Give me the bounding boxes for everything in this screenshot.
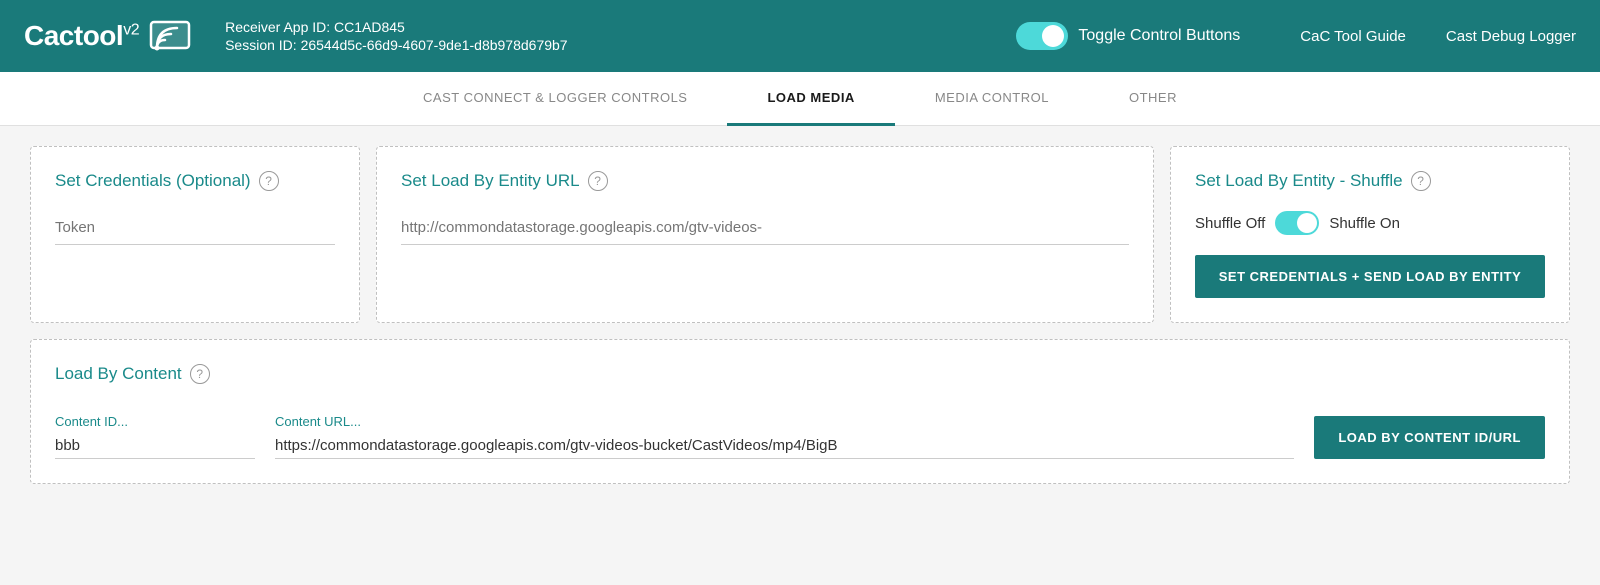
content-url-input[interactable]: [275, 433, 1294, 459]
content-url-group: Content URL...: [275, 414, 1294, 459]
tab-media-control[interactable]: MEDIA CONTROL: [895, 72, 1089, 126]
toggle-section: Toggle Control Buttons: [1016, 22, 1240, 50]
shuffle-off-label: Shuffle Off: [1195, 215, 1265, 232]
shuffle-on-label: Shuffle On: [1329, 215, 1400, 232]
content-id-input[interactable]: [55, 433, 255, 459]
tab-cast-connect[interactable]: CAST CONNECT & LOGGER CONTROLS: [383, 72, 727, 126]
shuffle-toggle-row: Shuffle Off Shuffle On: [1195, 211, 1545, 235]
cast-icon: [149, 18, 193, 54]
entity-url-card: Set Load By Entity URL ?: [376, 146, 1154, 323]
receiver-app-id: Receiver App ID: CC1AD845: [225, 19, 1016, 35]
content-id-group: Content ID...: [55, 414, 255, 459]
credentials-card: Set Credentials (Optional) ?: [30, 146, 360, 323]
shuffle-toggle[interactable]: [1275, 211, 1319, 235]
main-navigation: CAST CONNECT & LOGGER CONTROLS LOAD MEDI…: [0, 72, 1600, 126]
content-url-label: Content URL...: [275, 414, 1294, 429]
set-credentials-send-load-button[interactable]: SET CREDENTIALS + SEND LOAD BY ENTITY: [1195, 255, 1545, 298]
top-cards-row: Set Credentials (Optional) ? Set Load By…: [30, 146, 1570, 323]
header-links: CaC Tool Guide Cast Debug Logger: [1300, 28, 1576, 45]
token-input[interactable]: [55, 211, 335, 245]
main-content: Set Credentials (Optional) ? Set Load By…: [0, 126, 1600, 504]
control-buttons-toggle[interactable]: [1016, 22, 1068, 50]
app-header: Cactoolv2 Receiver App ID: CC1AD845 Sess…: [0, 0, 1600, 72]
header-info: Receiver App ID: CC1AD845 Session ID: 26…: [225, 19, 1016, 53]
shuffle-card-title: Set Load By Entity - Shuffle ?: [1195, 171, 1545, 191]
toggle-label: Toggle Control Buttons: [1078, 27, 1240, 45]
cac-tool-guide-link[interactable]: CaC Tool Guide: [1300, 28, 1406, 45]
load-content-inputs-row: Content ID... Content URL... LOAD BY CON…: [55, 414, 1545, 459]
tab-load-media[interactable]: LOAD MEDIA: [727, 72, 894, 126]
logo-text: Cactoolv2: [24, 20, 139, 52]
entity-url-help-icon[interactable]: ?: [588, 171, 608, 191]
load-content-title: Load By Content ?: [55, 364, 1545, 384]
entity-url-input[interactable]: [401, 211, 1129, 245]
credentials-help-icon[interactable]: ?: [259, 171, 279, 191]
load-by-content-button[interactable]: LOAD BY CONTENT ID/URL: [1314, 416, 1545, 459]
cast-debug-logger-link[interactable]: Cast Debug Logger: [1446, 28, 1576, 45]
logo: Cactoolv2: [24, 18, 193, 54]
tab-other[interactable]: OTHER: [1089, 72, 1217, 126]
session-id: Session ID: 26544d5c-66d9-4607-9de1-d8b9…: [225, 37, 1016, 53]
credentials-card-title: Set Credentials (Optional) ?: [55, 171, 335, 191]
shuffle-help-icon[interactable]: ?: [1411, 171, 1431, 191]
content-id-label: Content ID...: [55, 414, 255, 429]
load-content-card: Load By Content ? Content ID... Content …: [30, 339, 1570, 484]
entity-url-card-title: Set Load By Entity URL ?: [401, 171, 1129, 191]
shuffle-card: Set Load By Entity - Shuffle ? Shuffle O…: [1170, 146, 1570, 323]
load-content-help-icon[interactable]: ?: [190, 364, 210, 384]
